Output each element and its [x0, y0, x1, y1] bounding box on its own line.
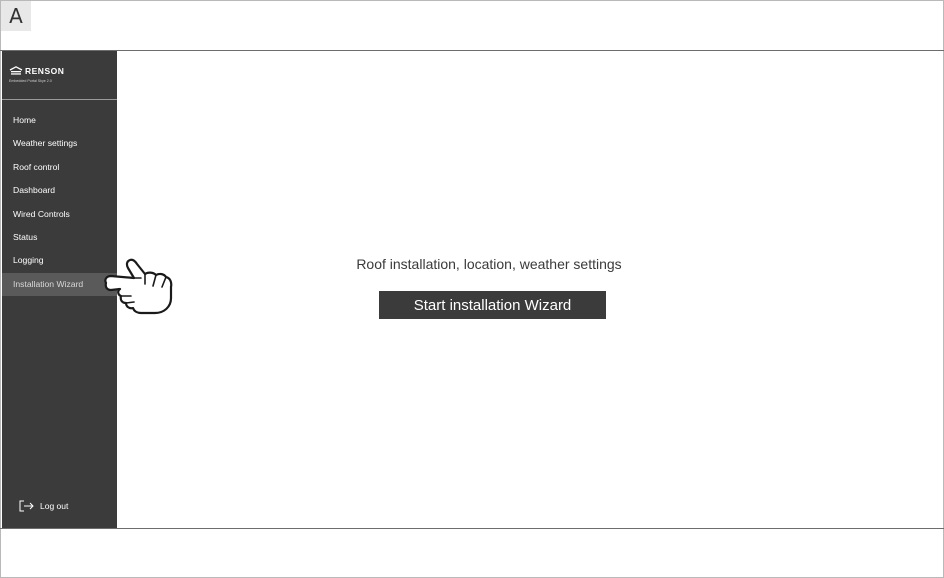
top-divider — [0, 50, 944, 51]
bottom-divider — [0, 528, 944, 529]
page-heading: Roof installation, location, weather set… — [356, 256, 622, 272]
sidebar-item-roof-control[interactable]: Roof control — [2, 156, 117, 179]
sidebar-item-wired-controls[interactable]: Wired Controls — [2, 203, 117, 226]
sidebar-item-label: Home — [13, 115, 36, 125]
start-installation-wizard-button[interactable]: Start installation Wizard — [379, 291, 606, 319]
sidebar-item-label: Logging — [13, 255, 44, 266]
sidebar-item-label: Wired Controls — [13, 208, 70, 219]
sidebar: RENSON Embedded Portal Skye 2.0 Home Wea… — [2, 51, 117, 528]
renson-logo-icon — [9, 66, 23, 75]
sidebar-item-status[interactable]: Status — [2, 226, 117, 249]
sidebar-item-weather-settings[interactable]: Weather settings — [2, 132, 117, 155]
sidebar-item-label: Dashboard — [13, 185, 56, 196]
sidebar-item-label: Installation Wizard — [13, 278, 84, 289]
sidebar-item-logging[interactable]: Logging — [2, 249, 117, 272]
sidebar-item-home[interactable]: Home — [2, 109, 117, 132]
hand-pointer-icon — [104, 258, 173, 315]
sidebar-item-dashboard[interactable]: Dashboard — [2, 179, 117, 202]
logout-icon — [19, 500, 34, 512]
sidebar-item-label: Roof control — [13, 161, 60, 172]
sidebar-divider — [2, 99, 117, 100]
sidebar-item-label: Status — [13, 231, 38, 242]
brand-subtitle: Embedded Portal Skye 2.0 — [9, 79, 52, 83]
brand-logo[interactable]: RENSON Embedded Portal Skye 2.0 — [9, 66, 109, 88]
logout-button[interactable]: Log out — [19, 500, 68, 512]
figure-label: A — [1, 1, 31, 31]
sidebar-item-label: Weather settings — [13, 138, 78, 149]
brand-name: RENSON — [25, 66, 65, 76]
logout-label: Log out — [40, 501, 69, 511]
sidebar-menu: Home Weather settings Roof control Dashb… — [2, 109, 117, 297]
sidebar-item-installation-wizard[interactable]: Installation Wizard — [2, 272, 117, 297]
